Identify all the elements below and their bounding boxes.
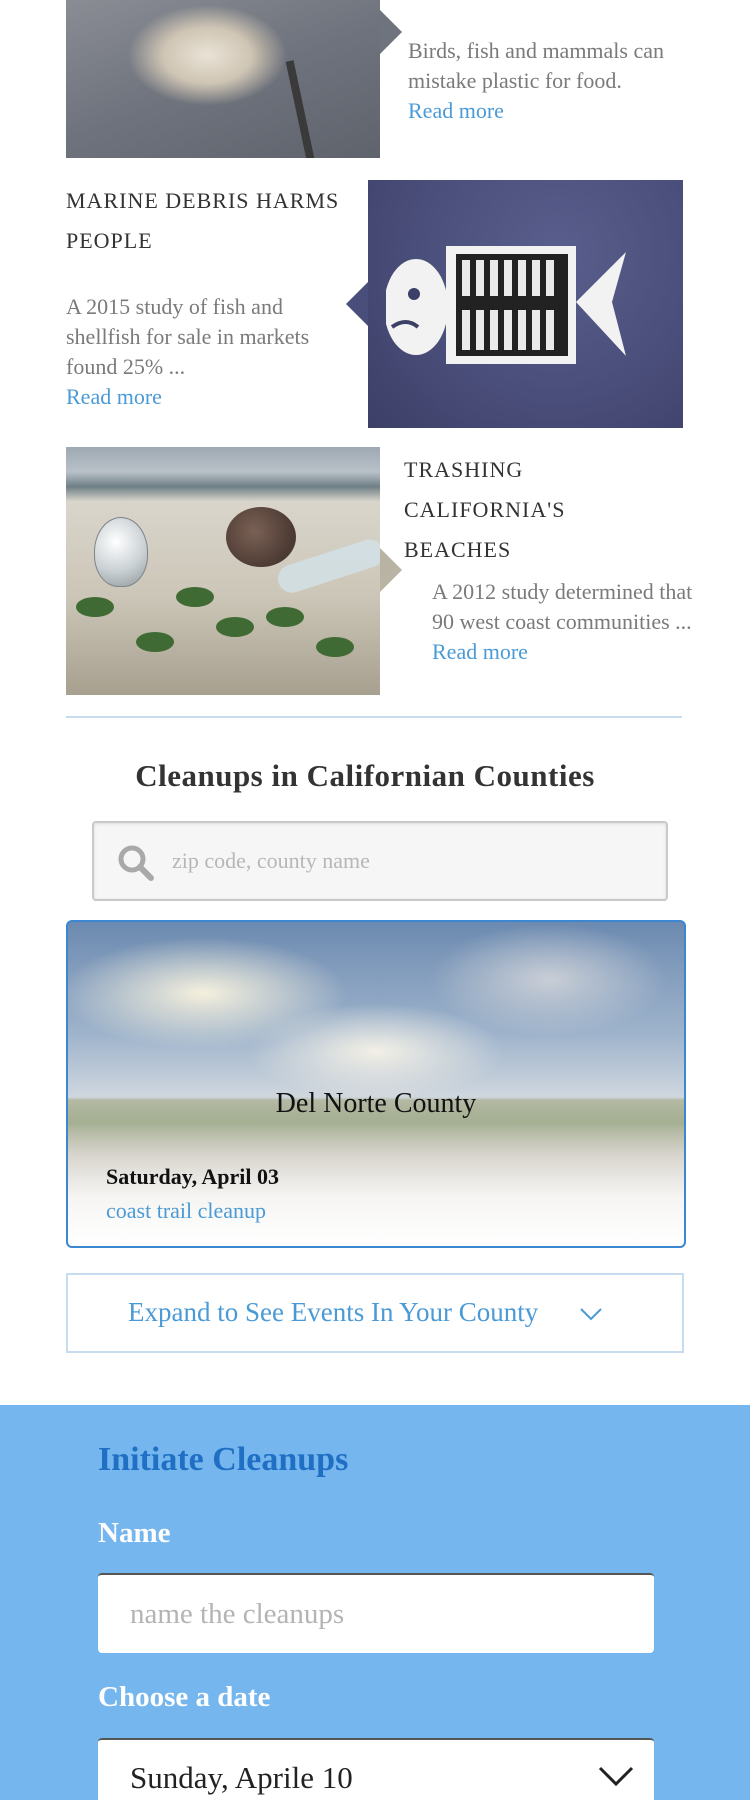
leaf-shape (316, 637, 354, 657)
expand-events-label: Expand to See Events In Your County (128, 1297, 539, 1327)
lightbulb-shape (94, 517, 148, 587)
article-2-body: A 2015 study of fish and shellfish for s… (66, 292, 356, 412)
article-3-read-more-link[interactable]: Read more (432, 637, 702, 667)
article-1-body: Birds, fish and mammals can mistake plas… (408, 36, 698, 126)
event-date: Saturday, April 03 (106, 1164, 279, 1189)
image-notch (380, 10, 402, 54)
date-label: Choose a date (98, 1681, 271, 1713)
article-1-read-more-link[interactable]: Read more (408, 96, 698, 126)
image-notch (380, 548, 402, 592)
bird-beak-shape (285, 60, 315, 158)
article-2-text: A 2015 study of fish and shellfish for s… (66, 294, 310, 379)
article-3-text: A 2012 study determined that 90 west coa… (432, 579, 693, 634)
expand-events-button[interactable]: Expand to See Events In Your County (66, 1273, 684, 1353)
event-link[interactable]: coast trail cleanup (106, 1198, 266, 1224)
cleanup-name-input[interactable] (98, 1573, 654, 1653)
coconut-shape (226, 507, 296, 567)
fish-drain-graphic (386, 246, 626, 364)
leaf-shape (176, 587, 214, 607)
beach-trash-image (66, 447, 380, 695)
leaf-shape (216, 617, 254, 637)
leaf-shape (136, 632, 174, 652)
leaf-shape (76, 597, 114, 617)
article-2-title: MARINE DEBRIS HARMS PEOPLE (66, 188, 340, 253)
chevron-down-icon (598, 1766, 634, 1787)
article-3-body: A 2012 study determined that 90 west coa… (432, 577, 702, 667)
cleanups-section-title: Cleanups in Californian Counties (135, 758, 595, 793)
county-name: Del Norte County (275, 1088, 477, 1119)
article-1-text: Birds, fish and mammals can mistake plas… (408, 38, 665, 93)
name-label: Name (98, 1517, 171, 1549)
storm-drain-fish-image (368, 180, 683, 428)
section-divider (66, 716, 682, 718)
leaf-shape (266, 607, 304, 627)
county-event-card[interactable]: Del Norte County Saturday, April 03 coas… (66, 920, 686, 1248)
birds-plastic-image (66, 0, 380, 158)
article-3-title: TRASHING CALIFORNIA'S BEACHES (404, 457, 566, 562)
date-select[interactable]: Sunday, Aprile 10 (98, 1738, 654, 1800)
form-title: Initiate Cleanups (98, 1441, 349, 1478)
chevron-down-icon (580, 1308, 602, 1321)
search-input[interactable] (172, 839, 642, 883)
date-select-value: Sunday, Aprile 10 (130, 1760, 353, 1795)
image-notch (346, 282, 368, 326)
article-2-read-more-link[interactable]: Read more (66, 382, 356, 412)
county-search-box[interactable] (92, 821, 668, 901)
initiate-cleanups-form: Initiate Cleanups Name Choose a date Sun… (0, 1405, 750, 1800)
search-icon (118, 845, 154, 881)
